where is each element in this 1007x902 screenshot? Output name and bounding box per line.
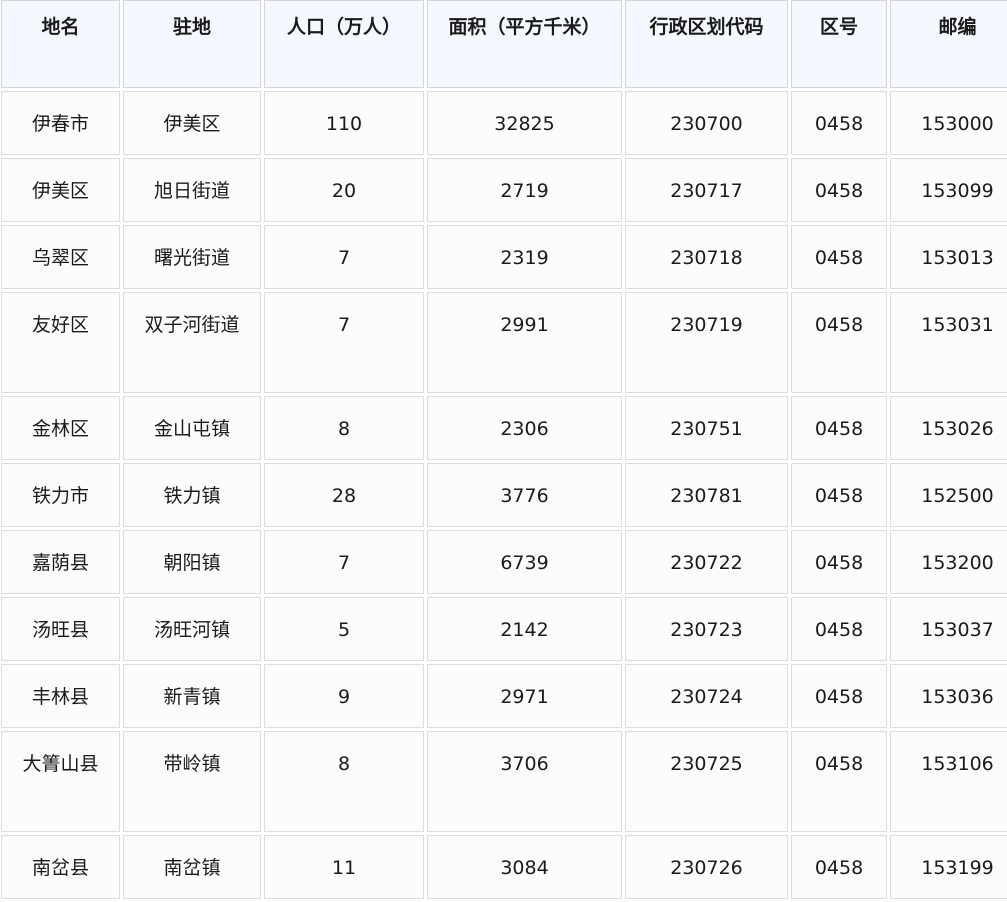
cell-area: 3776: [427, 463, 622, 527]
cell-area: 2719: [427, 158, 622, 222]
table-row: 丰林县 新青镇 9 2971 230724 0458 153036: [1, 664, 1007, 728]
cell-division-code: 230781: [625, 463, 788, 527]
cell-division-code: 230722: [625, 530, 788, 594]
cell-postcode: 153031: [890, 292, 1007, 393]
cell-population: 8: [264, 731, 424, 832]
cell-population: 20: [264, 158, 424, 222]
cell-population: 7: [264, 292, 424, 393]
cell-population: 110: [264, 91, 424, 155]
cell-division-code: 230700: [625, 91, 788, 155]
header-area-code: 区号: [791, 0, 887, 88]
cell-name: 伊春市: [1, 91, 120, 155]
cell-division-code: 230751: [625, 396, 788, 460]
cell-name: 友好区: [1, 292, 120, 393]
cell-seat: 汤旺河镇: [123, 597, 261, 661]
cell-division-code: 230726: [625, 835, 788, 899]
cell-postcode: 153036: [890, 664, 1007, 728]
table-row: 铁力市 铁力镇 28 3776 230781 0458 152500: [1, 463, 1007, 527]
cell-name: 伊美区: [1, 158, 120, 222]
cell-name: 乌翠区: [1, 225, 120, 289]
cell-postcode: 153037: [890, 597, 1007, 661]
cell-postcode: 153000: [890, 91, 1007, 155]
table-row: 友好区 双子河街道 7 2991 230719 0458 153031: [1, 292, 1007, 393]
cell-postcode: 153106: [890, 731, 1007, 832]
cell-population: 9: [264, 664, 424, 728]
cell-division-code: 230723: [625, 597, 788, 661]
cell-population: 5: [264, 597, 424, 661]
cell-name: 汤旺县: [1, 597, 120, 661]
cell-population: 7: [264, 530, 424, 594]
cell-population: 11: [264, 835, 424, 899]
cell-area-code: 0458: [791, 292, 887, 393]
cell-area: 32825: [427, 91, 622, 155]
cell-population: 28: [264, 463, 424, 527]
cell-area: 6739: [427, 530, 622, 594]
cell-postcode: 153200: [890, 530, 1007, 594]
cell-seat: 伊美区: [123, 91, 261, 155]
cell-division-code: 230719: [625, 292, 788, 393]
cell-seat: 双子河街道: [123, 292, 261, 393]
cell-division-code: 230724: [625, 664, 788, 728]
table-row: 伊春市 伊美区 110 32825 230700 0458 153000: [1, 91, 1007, 155]
cell-area: 2991: [427, 292, 622, 393]
cell-area-code: 0458: [791, 91, 887, 155]
cell-name: 嘉荫县: [1, 530, 120, 594]
cell-seat: 铁力镇: [123, 463, 261, 527]
cell-area-code: 0458: [791, 597, 887, 661]
cell-area-code: 0458: [791, 835, 887, 899]
table-row: 嘉荫县 朝阳镇 7 6739 230722 0458 153200: [1, 530, 1007, 594]
header-area: 面积（平方千米）: [427, 0, 622, 88]
table-header-row: 地名 驻地 人口（万人） 面积（平方千米） 行政区划代码 区号 邮编: [1, 0, 1007, 88]
table-row: 南岔县 南岔镇 11 3084 230726 0458 153199: [1, 835, 1007, 899]
cell-area: 2319: [427, 225, 622, 289]
cell-postcode: 153026: [890, 396, 1007, 460]
cell-division-code: 230717: [625, 158, 788, 222]
header-postcode: 邮编: [890, 0, 1007, 88]
cell-seat: 新青镇: [123, 664, 261, 728]
cell-division-code: 230718: [625, 225, 788, 289]
district-table: 地名 驻地 人口（万人） 面积（平方千米） 行政区划代码 区号 邮编 伊春市 伊…: [0, 0, 1007, 902]
cell-area-code: 0458: [791, 731, 887, 832]
cell-area-code: 0458: [791, 158, 887, 222]
cell-postcode: 152500: [890, 463, 1007, 527]
cell-postcode: 153013: [890, 225, 1007, 289]
cell-area-code: 0458: [791, 463, 887, 527]
table-row: 大箐山县 带岭镇 8 3706 230725 0458 153106: [1, 731, 1007, 832]
cell-area: 3706: [427, 731, 622, 832]
cell-population: 7: [264, 225, 424, 289]
cell-name: 金林区: [1, 396, 120, 460]
header-division-code: 行政区划代码: [625, 0, 788, 88]
cell-seat: 朝阳镇: [123, 530, 261, 594]
cell-area: 2306: [427, 396, 622, 460]
table-row: 乌翠区 曙光街道 7 2319 230718 0458 153013: [1, 225, 1007, 289]
cell-postcode: 153099: [890, 158, 1007, 222]
cell-seat: 旭日街道: [123, 158, 261, 222]
cell-area-code: 0458: [791, 530, 887, 594]
cell-area-code: 0458: [791, 664, 887, 728]
cell-seat: 曙光街道: [123, 225, 261, 289]
cell-area-code: 0458: [791, 225, 887, 289]
header-population: 人口（万人）: [264, 0, 424, 88]
cell-name: 丰林县: [1, 664, 120, 728]
header-seat: 驻地: [123, 0, 261, 88]
cell-seat: 金山屯镇: [123, 396, 261, 460]
cell-name: 大箐山县: [1, 731, 120, 832]
cell-area: 2971: [427, 664, 622, 728]
table-row: 汤旺县 汤旺河镇 5 2142 230723 0458 153037: [1, 597, 1007, 661]
cell-area: 3084: [427, 835, 622, 899]
cell-area: 2142: [427, 597, 622, 661]
header-name: 地名: [1, 0, 120, 88]
cell-postcode: 153199: [890, 835, 1007, 899]
cell-area-code: 0458: [791, 396, 887, 460]
cell-name: 铁力市: [1, 463, 120, 527]
cell-name: 南岔县: [1, 835, 120, 899]
table-container: 地名 驻地 人口（万人） 面积（平方千米） 行政区划代码 区号 邮编 伊春市 伊…: [0, 0, 1007, 902]
cell-seat: 南岔镇: [123, 835, 261, 899]
cell-division-code: 230725: [625, 731, 788, 832]
table-row: 伊美区 旭日街道 20 2719 230717 0458 153099: [1, 158, 1007, 222]
cell-population: 8: [264, 396, 424, 460]
table-row: 金林区 金山屯镇 8 2306 230751 0458 153026: [1, 396, 1007, 460]
cell-seat: 带岭镇: [123, 731, 261, 832]
